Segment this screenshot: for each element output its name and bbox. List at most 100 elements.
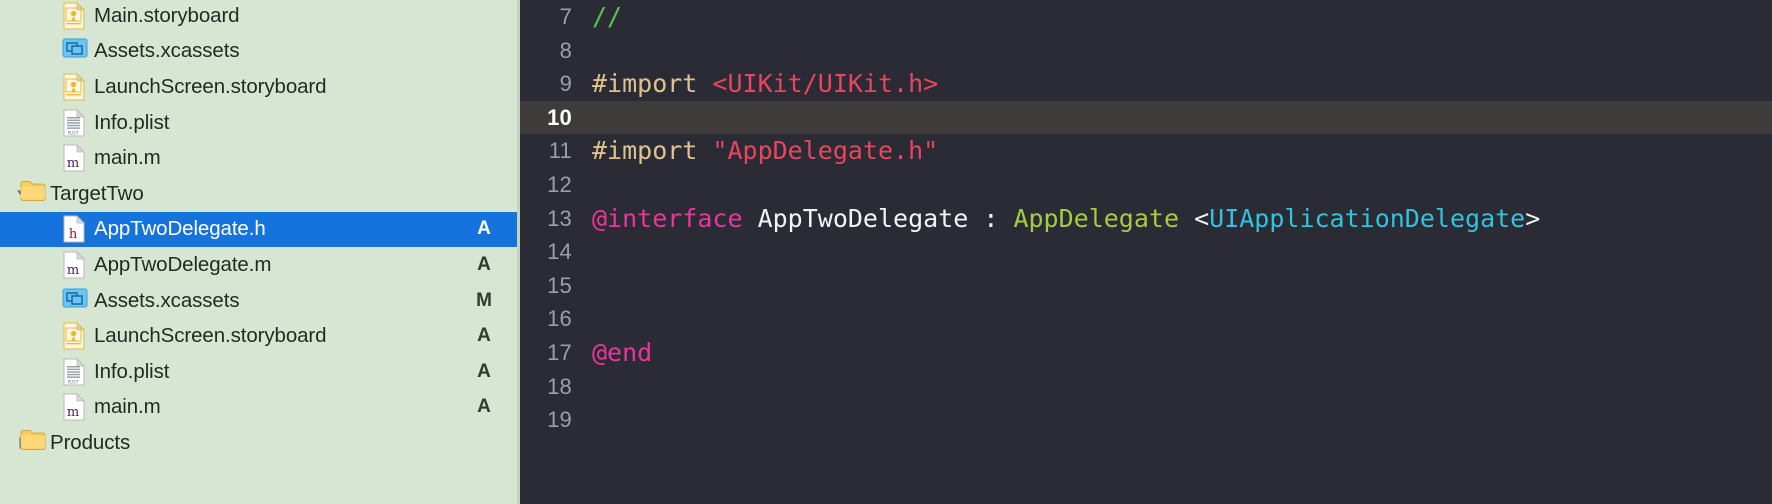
plist-file-icon: PLIST: [62, 357, 86, 386]
navigator-row-label: LaunchScreen.storyboard: [94, 74, 327, 98]
navigator-row-label: Info.plist: [94, 359, 170, 383]
code-token-string: "AppDelegate.h": [712, 136, 939, 166]
code-line[interactable]: 11 #import "AppDelegate.h": [520, 134, 1772, 168]
line-number: 16: [547, 306, 572, 332]
code-token-keyword: @end: [592, 337, 653, 367]
svg-text:m: m: [67, 405, 79, 420]
line-number: 19: [547, 407, 572, 433]
project-navigator-tree: Main.storyboard Assets.xcassets LaunchScre…: [0, 0, 520, 461]
navigator-row[interactable]: m AppTwoDelegate.m A: [0, 247, 520, 283]
code-line-text: @end: [592, 336, 652, 370]
xcassets-icon: [62, 37, 88, 65]
code-line[interactable]: 19: [520, 403, 1772, 437]
storyboard-file-icon: [62, 1, 86, 30]
source-control-status-badge: A: [477, 218, 491, 240]
source-control-status-badge: M: [476, 289, 492, 311]
m-file-icon: m: [62, 144, 86, 172]
navigator-row[interactable]: PLIST Info.plist A: [0, 354, 520, 390]
navigator-row[interactable]: Assets.xcassets M: [0, 283, 520, 319]
source-control-status-badge: A: [477, 396, 491, 418]
svg-text:m: m: [67, 263, 79, 278]
code-line[interactable]: 15: [520, 269, 1772, 303]
source-control-status-badge: A: [477, 325, 491, 347]
navigator-row-label: main.m: [94, 146, 161, 170]
code-line-current[interactable]: 10: [520, 100, 1772, 135]
code-line-text: #import <UIKit/UIKit.h>: [592, 67, 938, 101]
xcassets-icon: [62, 287, 88, 315]
m-file-icon: m: [62, 250, 86, 279]
navigator-row[interactable]: LaunchScreen.storyboard A: [0, 318, 520, 354]
navigator-row-label: AppTwoDelegate.h: [94, 217, 266, 241]
code-line[interactable]: 17 @end: [520, 336, 1772, 370]
project-navigator[interactable]: Main.storyboard Assets.xcassets LaunchScre…: [0, 0, 520, 504]
code-token-keyword: @interface: [592, 203, 743, 233]
code-token-comment: //: [592, 2, 623, 31]
navigator-row-label: main.m: [94, 395, 161, 419]
code-line-text: @interface AppTwoDelegate : AppDelegate …: [592, 202, 1540, 236]
code-line[interactable]: 7 //: [520, 0, 1772, 34]
xcode-window: Main.storyboard Assets.xcassets LaunchScre…: [0, 0, 1772, 504]
line-number: 14: [547, 239, 572, 265]
svg-text:h: h: [69, 227, 78, 242]
line-number: 13: [547, 205, 572, 231]
code-token-plain: AppTwoDelegate :: [742, 203, 1014, 233]
line-number: 10: [547, 104, 572, 130]
m-file-icon: m: [62, 393, 86, 421]
line-number: 17: [547, 339, 572, 365]
navigator-row[interactable]: m main.m: [0, 140, 520, 176]
code-line[interactable]: 9 #import <UIKit/UIKit.h>: [520, 67, 1772, 101]
navigator-row[interactable]: Assets.xcassets: [0, 34, 520, 70]
line-number: 18: [547, 373, 572, 399]
code-token-string: <UIKit/UIKit.h>: [712, 69, 939, 99]
line-number: 7: [559, 4, 572, 29]
line-number: 12: [547, 171, 572, 197]
code-line[interactable]: 14: [520, 235, 1772, 269]
navigator-row[interactable]: PLIST Info.plist: [0, 105, 520, 141]
svg-text:m: m: [67, 156, 79, 171]
navigator-row-label: Products: [50, 430, 131, 454]
navigator-row-label: Info.plist: [94, 110, 170, 134]
navigator-row-label: Assets.xcassets: [94, 39, 240, 63]
source-control-status-badge: A: [477, 253, 491, 275]
plist-file-icon: PLIST: [62, 108, 86, 137]
source-editor[interactable]: 7 // 8 9 #import <UIKit/UIKit.h> 10 11 #import …: [520, 0, 1772, 504]
navigator-row-label: LaunchScreen.storyboard: [94, 324, 327, 348]
code-line[interactable]: 8: [520, 34, 1772, 68]
svg-text:PLIST: PLIST: [68, 130, 79, 135]
line-number: 11: [548, 138, 572, 164]
code-token-pre: #import: [592, 69, 698, 99]
code-token-protocol: UIApplicationDelegate: [1209, 203, 1526, 233]
line-number: 8: [559, 37, 572, 63]
code-line[interactable]: 16: [520, 302, 1772, 336]
folder-icon: [20, 429, 46, 457]
navigator-row[interactable]: h AppTwoDelegate.h A: [0, 211, 520, 248]
navigator-row[interactable]: Main.storyboard: [0, 0, 520, 34]
code-line[interactable]: 18: [520, 370, 1772, 404]
line-number: 9: [559, 71, 572, 97]
navigator-row[interactable]: Products: [0, 425, 520, 461]
code-line[interactable]: 13 @interface AppTwoDelegate : AppDelegat…: [520, 202, 1772, 236]
svg-text:PLIST: PLIST: [68, 379, 79, 384]
navigator-row[interactable]: TargetTwo: [0, 176, 520, 212]
navigator-row[interactable]: m main.m A: [0, 390, 520, 426]
code-token-plain: >: [1525, 203, 1541, 233]
navigator-row-label: TargetTwo: [50, 181, 144, 205]
code-line[interactable]: 12: [520, 168, 1772, 202]
navigator-row-label: Main.storyboard: [94, 3, 240, 27]
navigator-row-label: AppTwoDelegate.m: [94, 252, 272, 276]
code-line-text: //: [592, 0, 622, 34]
line-number: 15: [547, 272, 572, 298]
folder-icon: [20, 180, 46, 208]
navigator-row-label: Assets.xcassets: [94, 288, 240, 312]
code-token-pre: #import: [592, 136, 698, 166]
h-file-icon: h: [62, 215, 86, 243]
source-control-status-badge: A: [477, 360, 491, 382]
navigator-row[interactable]: LaunchScreen.storyboard: [0, 69, 520, 105]
storyboard-file-icon: [62, 73, 86, 101]
source-editor-lines: 7 // 8 9 #import <UIKit/UIKit.h> 10 11 #import …: [520, 0, 1772, 437]
code-token-plain: <: [1179, 203, 1210, 233]
code-line-text: #import "AppDelegate.h": [592, 134, 938, 168]
storyboard-file-icon: [62, 322, 86, 350]
